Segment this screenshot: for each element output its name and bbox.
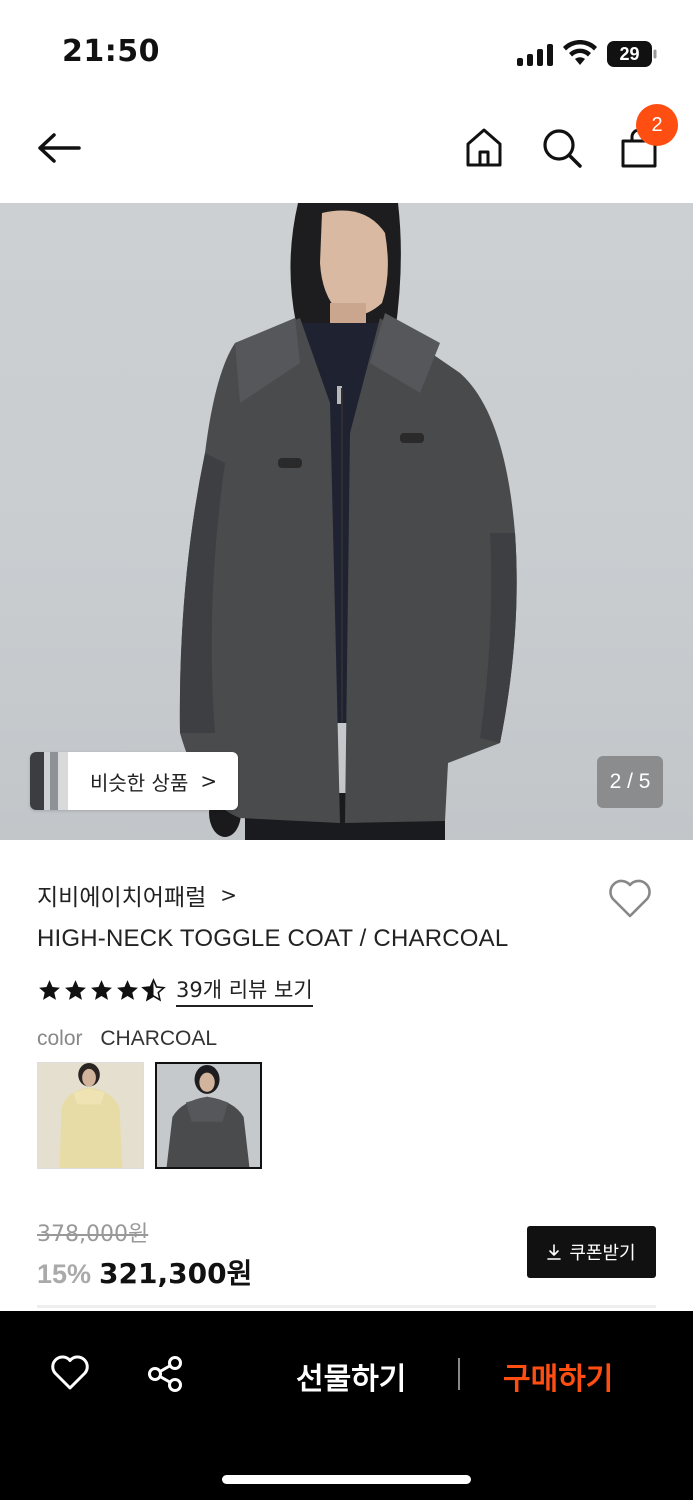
wishlist-heart-icon[interactable] <box>607 878 653 920</box>
similar-product-thumbnail <box>30 752 68 810</box>
sale-price-row: 15% 321,300원 <box>37 1252 252 1292</box>
color-swatch-charcoal[interactable] <box>155 1062 262 1169</box>
swatch-photo <box>157 1064 260 1167</box>
chevron-right-icon: > <box>200 769 218 793</box>
gift-button[interactable]: 선물하기 <box>296 1354 406 1398</box>
product-image-gallery[interactable]: 비슷한 상품 > 2 / 5 <box>0 203 693 840</box>
back-arrow-icon[interactable] <box>36 128 82 168</box>
battery-icon: 29 <box>607 41 657 67</box>
top-navigation <box>0 100 693 203</box>
chevron-right-icon: > <box>220 883 238 907</box>
status-bar: 21:50 29 <box>0 0 693 100</box>
wifi-icon <box>563 40 597 65</box>
color-value: CHARCOAL <box>100 1027 218 1050</box>
button-separator <box>458 1358 460 1390</box>
similar-products-button[interactable]: 비슷한 상품 > <box>30 752 238 810</box>
buy-button[interactable]: 구매하기 <box>503 1354 613 1398</box>
get-coupon-button[interactable]: 쿠폰받기 <box>527 1226 656 1278</box>
color-option-row: color CHARCOAL <box>37 1027 217 1051</box>
star-icon <box>65 980 86 1000</box>
bottom-action-bar: 선물하기 구매하기 <box>0 1311 693 1500</box>
similar-products-label: 비슷한 상품 <box>90 770 189 795</box>
product-title: HIGH-NECK TOGGLE COAT / CHARCOAL <box>37 925 509 952</box>
reviews-link[interactable]: 39개 리뷰 보기 <box>176 974 313 1007</box>
home-indicator[interactable] <box>222 1475 471 1484</box>
swatch-photo <box>38 1063 143 1168</box>
rating-stars <box>37 978 166 1003</box>
discount-rate: 15% <box>37 1259 92 1289</box>
search-icon[interactable] <box>541 127 583 169</box>
image-page-indicator: 2 / 5 <box>597 756 663 808</box>
star-icon <box>39 980 60 1000</box>
original-price: 378,000원 <box>37 1222 149 1247</box>
coupon-label: 쿠폰받기 <box>569 1243 636 1264</box>
product-photo <box>179 203 517 840</box>
cellular-signal-icon <box>517 44 553 66</box>
half-star-icon <box>141 978 166 1002</box>
battery-level: 29 <box>619 43 640 64</box>
home-icon[interactable] <box>464 127 504 169</box>
download-icon <box>547 1244 562 1260</box>
share-icon[interactable] <box>146 1355 184 1393</box>
status-time: 21:50 <box>62 34 160 69</box>
color-swatch-cream[interactable] <box>37 1062 144 1169</box>
sale-price: 321,300원 <box>99 1257 253 1290</box>
color-label: color <box>37 1027 83 1050</box>
heart-icon[interactable] <box>50 1355 90 1391</box>
star-icon <box>117 980 138 1000</box>
cart-count-badge: 2 <box>636 104 678 146</box>
star-icon <box>91 980 112 1000</box>
product-rating: 39개 리뷰 보기 <box>37 974 313 1007</box>
brand-link[interactable]: 지비에이치어패럴 > <box>37 878 237 912</box>
divider <box>37 1305 656 1308</box>
brand-name: 지비에이치어패럴 <box>37 885 207 911</box>
